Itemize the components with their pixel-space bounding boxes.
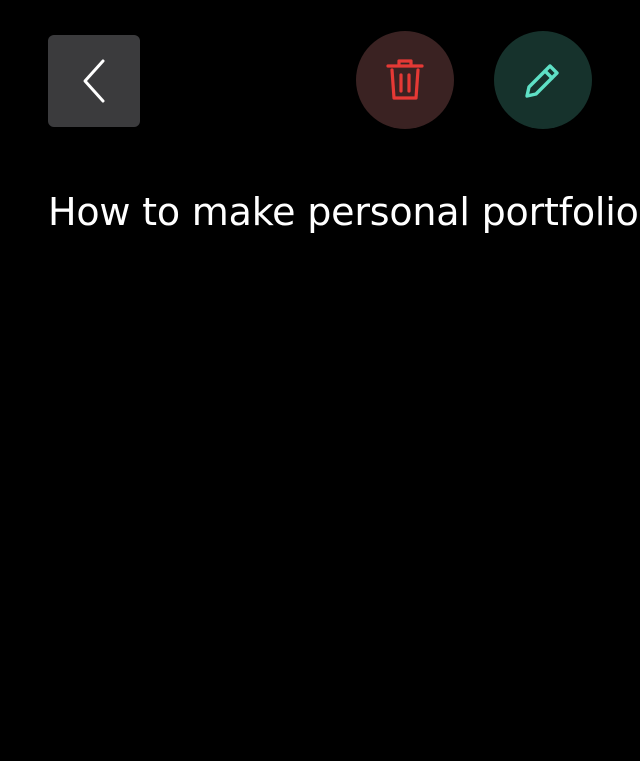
edit-button[interactable] (494, 31, 592, 129)
pencil-icon (523, 60, 563, 100)
trash-icon (385, 58, 425, 102)
delete-button[interactable] (356, 31, 454, 129)
note-title: How to make personal portfolio (48, 190, 639, 234)
chevron-left-icon (79, 57, 109, 105)
back-button[interactable] (48, 35, 140, 127)
